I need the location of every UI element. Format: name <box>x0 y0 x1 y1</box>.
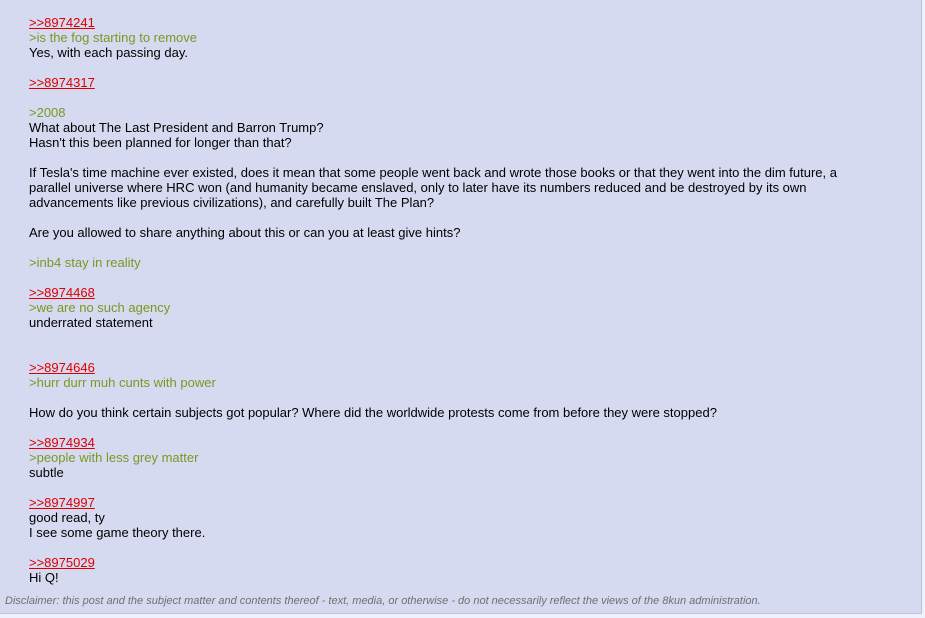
text-line: Are you allowed to share anything about … <box>29 225 461 240</box>
quote-link[interactable]: >>8975029 <box>29 555 889 570</box>
text-line: Hasn't this been planned for longer than… <box>29 135 292 150</box>
quote-link[interactable]: >>8974934 <box>29 435 889 450</box>
text-line: underrated statement <box>29 315 153 330</box>
greentext-line: >2008 <box>29 105 66 120</box>
greentext-line: >is the fog starting to remove <box>29 30 198 45</box>
greentext-line: >hurr durr muh cunts with power <box>29 375 216 390</box>
quote-link[interactable]: >>8974468 <box>29 285 889 300</box>
disclaimer-text: Disclaimer: this post and the subject ma… <box>5 595 761 607</box>
text-line: Hi Q! <box>29 570 59 585</box>
text-line: Yes, with each passing day. <box>29 45 188 60</box>
quote-link[interactable]: >>8974241 <box>29 15 889 30</box>
text-line: What about The Last President and Barron… <box>29 120 324 135</box>
post-body: >>8974241 >is the fog starting to remove Y… <box>29 15 889 585</box>
quote-link[interactable]: >>8974997 <box>29 495 889 510</box>
text-line: parallel universe where HRC won (and hum… <box>29 180 807 195</box>
text-line: subtle <box>29 465 64 480</box>
text-line: advancements like previous civilizations… <box>29 195 435 210</box>
text-line: If Tesla's time machine ever existed, do… <box>29 165 837 180</box>
text-line: How do you think certain subjects got po… <box>29 405 717 420</box>
quote-link[interactable]: >>8974646 <box>29 360 889 375</box>
greentext-line: >people with less grey matter <box>29 450 199 465</box>
text-line: good read, ty <box>29 510 105 525</box>
text-line: I see some game theory there. <box>29 525 206 540</box>
greentext-line: >we are no such agency <box>29 300 171 315</box>
quote-link[interactable]: >>8974317 <box>29 75 889 90</box>
post-container: >>8974241 >is the fog starting to remove Y… <box>0 0 922 614</box>
greentext-line: >inb4 stay in reality <box>29 255 141 270</box>
